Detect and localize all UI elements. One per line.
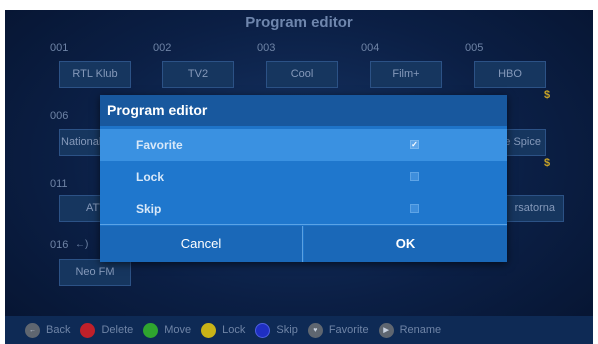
paid-channel-marker: $ [544,89,551,101]
blue-button-icon [255,322,271,338]
legend-rename[interactable]: ▶ Rename [378,322,442,338]
channel-tile[interactable]: TV2 [162,61,234,88]
option-label: Favorite [136,138,183,152]
channel-number: 004 [361,42,380,54]
option-label: Skip [136,202,162,216]
option-favorite[interactable]: Favorite ✓ [100,129,507,161]
play-icon: ▶ [378,322,394,338]
legend-label: Back [46,324,71,336]
red-button-icon [80,322,96,338]
channel-number: 002 [153,42,172,54]
channel-tile[interactable]: RTL Klub [59,61,131,88]
legend-label: Delete [101,324,134,336]
ok-button[interactable]: OK [304,226,507,262]
dialog-title: Program editor [100,95,507,126]
legend-delete[interactable]: Delete [80,322,134,338]
favorite-icon: ♥ [307,322,323,338]
legend-skip[interactable]: Skip [255,322,298,338]
radio-icon: ←) [75,239,89,250]
channel-number: 011 [50,178,68,190]
channel-tile[interactable]: Neo FM [59,259,131,286]
channel-number: 001 [50,42,69,54]
option-lock[interactable]: Lock [100,161,507,193]
yellow-button-icon [201,322,217,338]
green-button-icon [143,322,159,338]
legend-lock[interactable]: Lock [201,322,246,338]
favorite-checkbox[interactable]: ✓ [410,140,419,149]
channel-number: 006 [50,110,69,122]
back-icon: ← [25,322,40,338]
bottom-legend-bar: ← Back Delete Move Lock Skip ♥ Favorite … [5,316,593,344]
lock-checkbox[interactable] [410,172,419,181]
channel-number: 005 [465,42,484,54]
background-title: Program editor [245,14,353,31]
legend-back[interactable]: ← Back [25,322,71,338]
option-label: Lock [136,170,165,184]
legend-label: Skip [276,324,298,336]
legend-favorite[interactable]: ♥ Favorite [307,322,369,338]
legend-label: Lock [222,324,246,336]
channel-number: 016 [50,239,69,251]
legend-label: Rename [399,324,442,336]
cancel-button[interactable]: Cancel [100,226,303,262]
skip-checkbox[interactable] [410,204,419,213]
legend-label: Favorite [328,324,369,336]
legend-move[interactable]: Move [143,322,192,338]
channel-tile[interactable]: Film+ [370,61,442,88]
option-skip[interactable]: Skip [100,193,507,225]
channel-number: 003 [257,42,276,54]
channel-tile[interactable]: HBO [474,61,546,88]
legend-label: Move [164,324,192,336]
paid-channel-marker: $ [544,157,551,169]
channel-tile[interactable]: Cool [266,61,338,88]
program-editor-dialog: Program editor Favorite ✓ Lock Skip Canc… [100,95,507,262]
